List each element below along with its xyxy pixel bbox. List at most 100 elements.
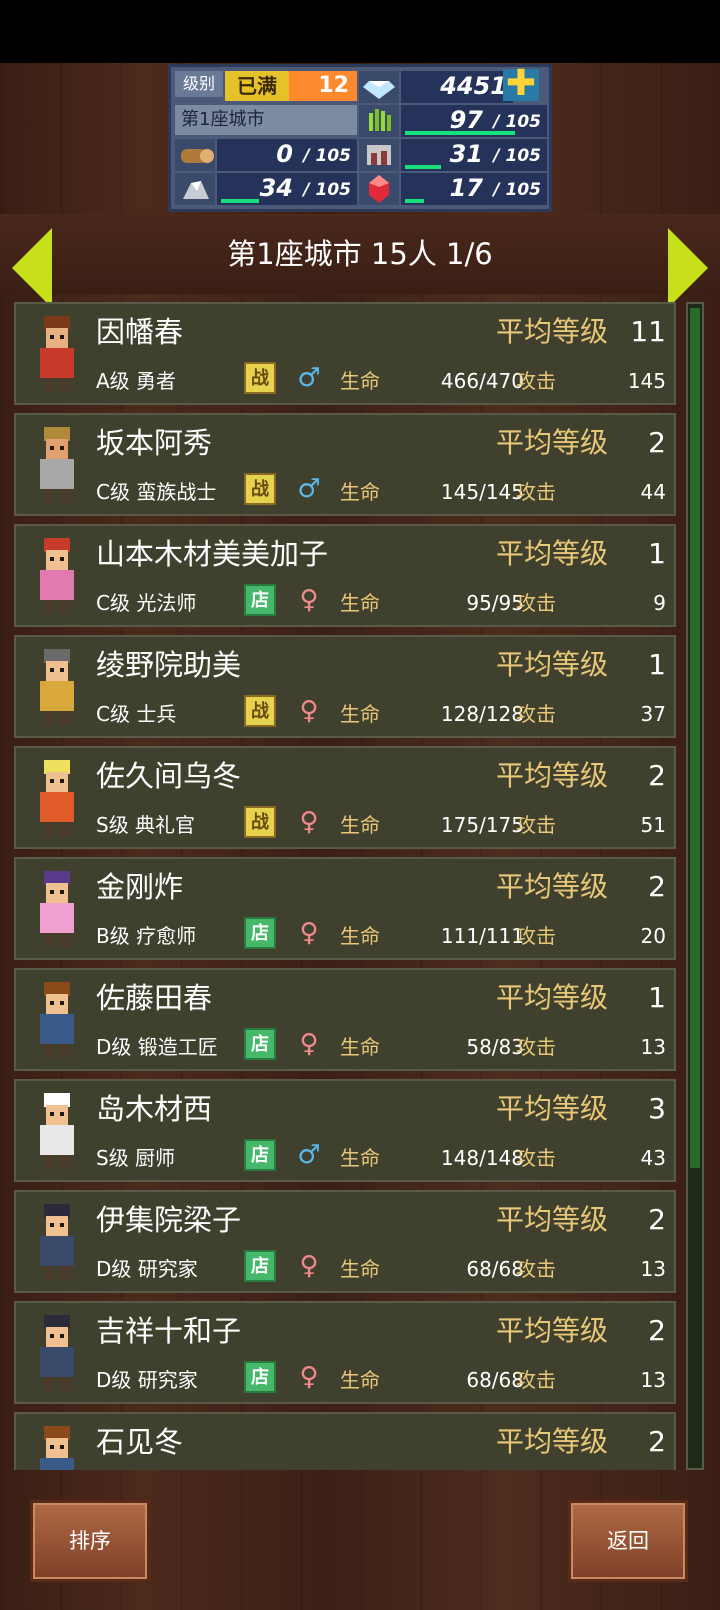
add-gems-button[interactable]: ✚ bbox=[503, 66, 539, 102]
female-icon: ♀ bbox=[299, 585, 319, 615]
plus-icon: ✚ bbox=[505, 63, 537, 104]
avg-level-value: 3 bbox=[648, 1092, 666, 1125]
shop-badge-icon: 店 bbox=[244, 1250, 276, 1282]
sort-button[interactable]: 排序 bbox=[30, 1500, 150, 1582]
attack-label: 攻击 bbox=[516, 1257, 556, 1281]
member-class: D级 研究家 bbox=[96, 1368, 198, 1392]
member-class: C级 光法师 bbox=[96, 591, 197, 615]
member-row[interactable]: 金刚炸 平均等级 2 B级 疗愈师 店 ♀ 生命 111/111 攻击 20 bbox=[14, 857, 676, 960]
character-avatar-icon bbox=[22, 1085, 92, 1177]
attack-label: 攻击 bbox=[516, 924, 556, 948]
hp-label: 生命 bbox=[340, 591, 380, 615]
level-max-badge: 已满 bbox=[225, 71, 289, 101]
attack-value: 51 bbox=[640, 813, 666, 837]
member-class: C级 士兵 bbox=[96, 702, 177, 726]
member-row[interactable]: 伊集院梁子 平均等级 2 D级 研究家店 ♀ 生命 68/68 攻击 13 bbox=[14, 1190, 676, 1293]
hp-value: 128/128 bbox=[440, 702, 524, 726]
character-avatar-icon bbox=[22, 974, 92, 1066]
attack-label: 攻击 bbox=[516, 1146, 556, 1170]
wood-icon bbox=[175, 139, 215, 171]
scrollbar-thumb[interactable] bbox=[690, 308, 700, 1168]
member-class: C级 蛮族战士 bbox=[96, 480, 217, 504]
member-name: 岛木材西 bbox=[96, 1092, 213, 1126]
avg-level-value: 1 bbox=[648, 648, 666, 681]
member-name: 伊集院梁子 bbox=[96, 1203, 242, 1237]
crystal-max: / 105 bbox=[493, 180, 541, 200]
hp-label: 生命 bbox=[340, 1257, 380, 1281]
member-row[interactable]: 坂本阿秀 平均等级 2 C级 蛮族战士 战 ♂ 生命 145/145 攻击 44 bbox=[14, 413, 676, 516]
member-class: S级 典礼官 bbox=[96, 813, 196, 837]
attack-value: 44 bbox=[640, 480, 666, 504]
scrollbar[interactable] bbox=[686, 302, 704, 1470]
hp-label: 生命 bbox=[340, 702, 380, 726]
attack-label: 攻击 bbox=[516, 591, 556, 615]
shop-badge-icon: 店 bbox=[244, 584, 276, 616]
avg-level-label: 平均等级 bbox=[496, 981, 609, 1014]
food-progress-bar bbox=[405, 165, 441, 169]
avg-level-label: 平均等级 bbox=[496, 1425, 609, 1458]
food-icon bbox=[359, 139, 399, 171]
attack-label: 攻击 bbox=[516, 480, 556, 504]
male-icon: ♂ bbox=[297, 474, 321, 504]
attack-value: 20 bbox=[640, 924, 666, 948]
member-row[interactable]: 石见冬 平均等级 2 bbox=[14, 1412, 676, 1470]
wood-value-cell: 0 / 105 bbox=[217, 139, 357, 171]
member-name: 佐藤田春 bbox=[96, 981, 213, 1015]
avg-level-label: 平均等级 bbox=[496, 426, 609, 459]
member-row[interactable]: 岛木材西 平均等级 3 S级 厨师 店 ♂ 生命 148/148 攻击 43 bbox=[14, 1079, 676, 1182]
character-avatar-icon bbox=[22, 419, 92, 511]
member-class: A级 勇者 bbox=[96, 369, 177, 393]
back-button[interactable]: 返回 bbox=[568, 1500, 688, 1582]
avg-level-value: 2 bbox=[648, 1425, 666, 1458]
member-row[interactable]: 山本木材美美加子 平均等级 1 C级 光法师店 ♀ 生命 95/95 攻击 9 bbox=[14, 524, 676, 627]
diamond-icon bbox=[359, 71, 399, 103]
food-value-cell: 31 / 105 bbox=[401, 139, 547, 171]
level-label: 级别 bbox=[175, 71, 223, 97]
crystal-icon bbox=[359, 173, 399, 205]
grass-icon bbox=[359, 105, 399, 137]
attack-label: 攻击 bbox=[516, 813, 556, 837]
crystal-value-cell: 17 / 105 bbox=[401, 173, 547, 205]
avg-level-label: 平均等级 bbox=[496, 648, 609, 681]
male-icon: ♂ bbox=[297, 1140, 321, 1170]
male-icon: ♂ bbox=[297, 363, 321, 393]
member-row[interactable]: 绫野院助美 平均等级 1 C级 士兵 战 ♀ 生命 128/128 攻击 37 bbox=[14, 635, 676, 738]
hp-value: 111/111 bbox=[440, 924, 524, 948]
character-avatar-icon bbox=[22, 1418, 92, 1470]
member-list[interactable]: 因幡春 平均等级 11 A级 勇者战 ♂ 生命 466/470 攻击 145 坂本阿秀 平均等级 2 C… bbox=[14, 302, 676, 1470]
hp-label: 生命 bbox=[340, 369, 380, 393]
avg-level-label: 平均等级 bbox=[496, 870, 609, 903]
ore-icon bbox=[175, 173, 215, 205]
attack-value: 13 bbox=[640, 1257, 666, 1281]
gem-value-cell: 4451 bbox=[401, 71, 513, 103]
character-avatar-icon bbox=[22, 1196, 92, 1288]
avg-level-value: 2 bbox=[648, 1203, 666, 1236]
level-value: 12 bbox=[318, 73, 349, 98]
hp-value: 145/145 bbox=[440, 480, 524, 504]
character-avatar-icon bbox=[22, 863, 92, 955]
member-row[interactable]: 佐藤田春 平均等级 1 D级 锻造工匠店 ♀ 生命 58/83 攻击 13 bbox=[14, 968, 676, 1071]
member-name: 坂本阿秀 bbox=[96, 426, 213, 460]
crystal-progress-bar bbox=[405, 199, 424, 203]
female-icon: ♀ bbox=[299, 1251, 319, 1281]
avg-level-label: 平均等级 bbox=[496, 1314, 609, 1347]
battle-badge-icon: 战 bbox=[244, 362, 276, 394]
member-row[interactable]: 吉祥十和子 平均等级 2 D级 研究家店 ♀ 生命 68/68 攻击 13 bbox=[14, 1301, 676, 1404]
attack-label: 攻击 bbox=[516, 702, 556, 726]
avg-level-value: 2 bbox=[648, 759, 666, 792]
grass-value-cell: 97 / 105 bbox=[401, 105, 547, 137]
member-name: 吉祥十和子 bbox=[96, 1314, 242, 1348]
page-title: 第1座城市 15人 1/6 bbox=[227, 237, 493, 271]
gem-count: 4451 bbox=[440, 72, 507, 100]
female-icon: ♀ bbox=[299, 696, 319, 726]
member-name: 绫野院助美 bbox=[96, 648, 242, 682]
ore-progress-bar bbox=[221, 199, 259, 203]
avg-level-label: 平均等级 bbox=[496, 537, 609, 570]
member-row[interactable]: 因幡春 平均等级 11 A级 勇者 战 ♂ 生命 466/470 攻击 145 bbox=[14, 302, 676, 405]
member-name: 因幡春 bbox=[96, 315, 184, 349]
attack-value: 9 bbox=[653, 591, 666, 615]
hp-value: 175/175 bbox=[440, 813, 524, 837]
member-class: B级 疗愈师 bbox=[96, 924, 197, 948]
member-name: 佐久间乌冬 bbox=[96, 759, 242, 793]
member-row[interactable]: 佐久间乌冬 平均等级 2 S级 典礼官 战 ♀ 生命 175/175 攻击 51 bbox=[14, 746, 676, 849]
